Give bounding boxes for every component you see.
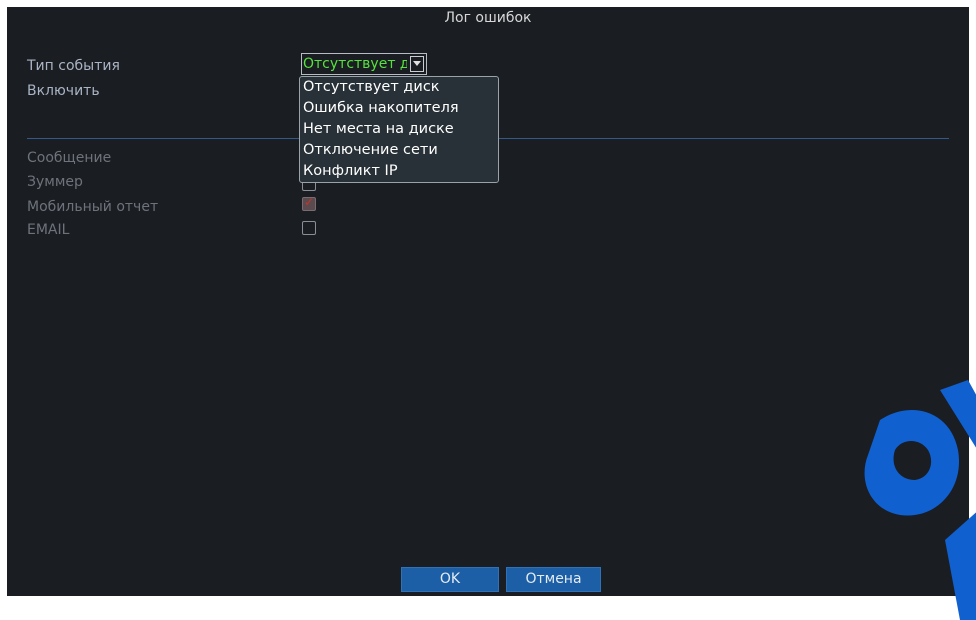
mobile-report-label: Мобильный отчет (27, 199, 159, 215)
message-label: Сообщение (27, 150, 112, 166)
dropdown-option-ip-conflict[interactable]: Конфликт IP (300, 161, 498, 182)
dropdown-option-disk-full[interactable]: Нет места на диске (300, 119, 498, 140)
enable-label: Включить (27, 83, 100, 99)
email-label: EMAIL (27, 222, 70, 238)
event-type-label: Тип события (27, 58, 120, 74)
dropdown-option-storage-error[interactable]: Ошибка накопителя (300, 98, 498, 119)
watermark-logo (864, 380, 976, 620)
dialog-title: Лог ошибок (444, 10, 532, 26)
error-log-dialog: Лог ошибок Тип события Включить Отсутств… (7, 7, 969, 596)
dropdown-option-network-disconnect[interactable]: Отключение сети (300, 140, 498, 161)
event-type-selected-value: Отсутствует диск (303, 56, 407, 72)
title-bar: Лог ошибок (7, 7, 969, 31)
chevron-down-icon[interactable] (410, 56, 424, 72)
cancel-button[interactable]: Отмена (506, 567, 601, 592)
mobile-report-checkbox[interactable] (302, 195, 316, 211)
event-type-select[interactable]: Отсутствует диск (301, 53, 427, 75)
email-checkbox[interactable] (302, 221, 316, 235)
dropdown-option-no-disk[interactable]: Отсутствует диск (300, 77, 498, 98)
ok-button[interactable]: OK (401, 567, 499, 592)
event-type-dropdown-list: Отсутствует диск Ошибка накопителя Нет м… (299, 76, 499, 183)
buzzer-label: Зуммер (27, 174, 83, 190)
